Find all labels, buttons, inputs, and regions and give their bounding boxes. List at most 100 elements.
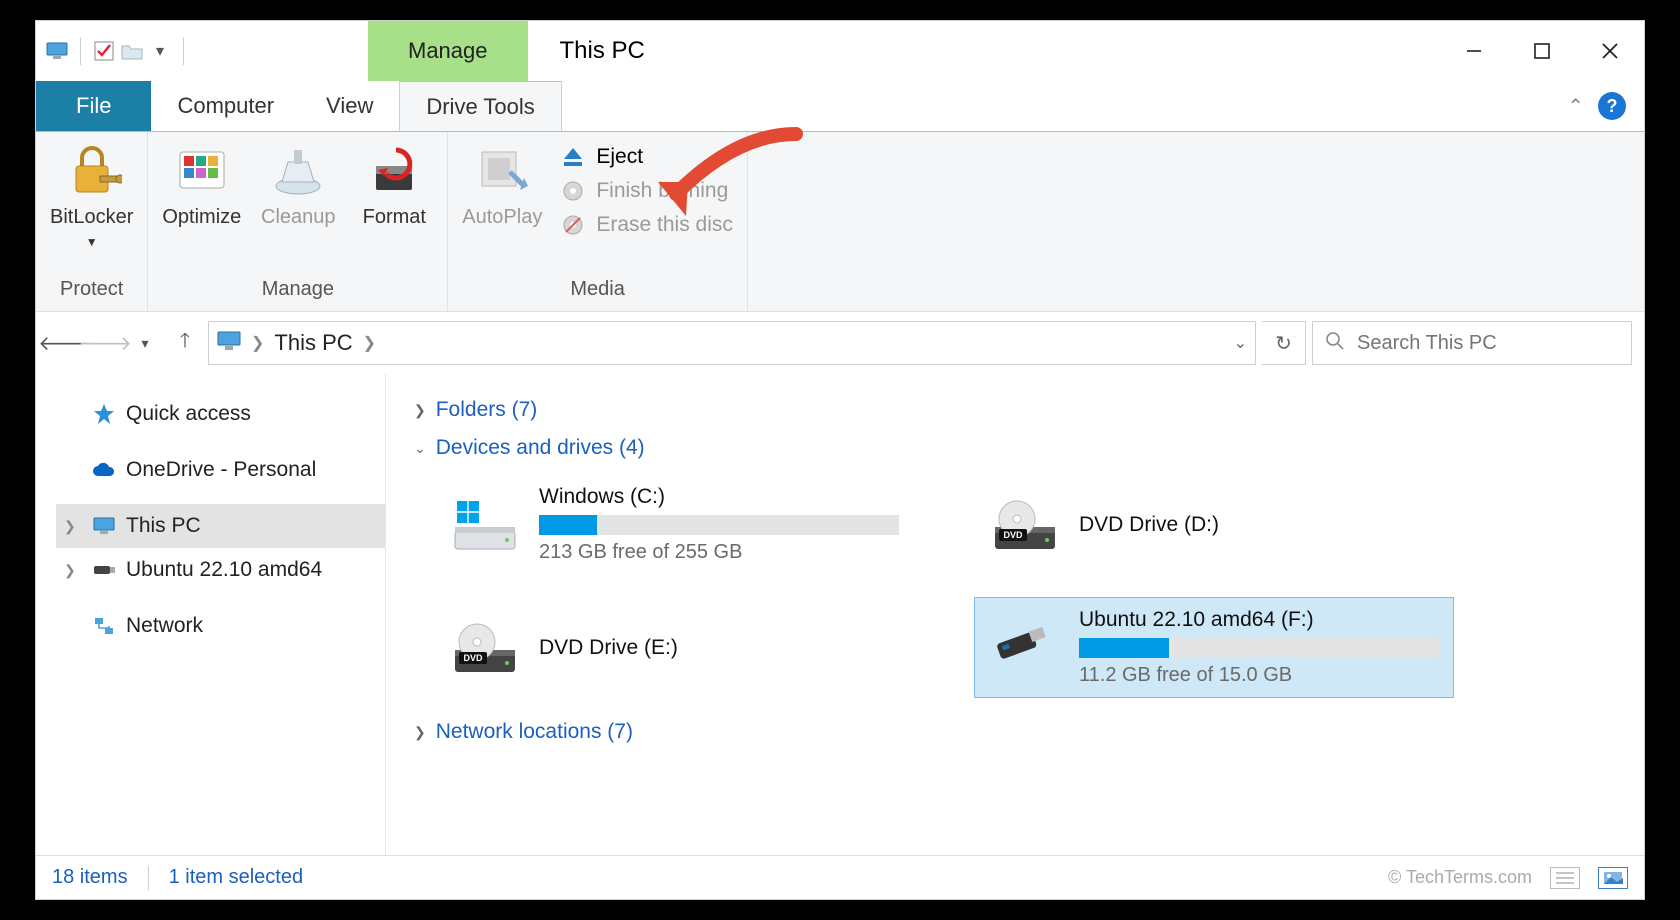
up-button[interactable]: 🡑 bbox=[168, 326, 202, 360]
network-icon bbox=[92, 614, 116, 638]
nav-onedrive[interactable]: OneDrive - Personal bbox=[56, 448, 385, 492]
cloud-icon bbox=[92, 458, 116, 482]
finish-burning-button: Finish burning bbox=[560, 178, 733, 204]
drive-subtext: 11.2 GB free of 15.0 GB bbox=[1079, 664, 1439, 687]
breadcrumb-this-pc[interactable]: This PC bbox=[274, 330, 352, 356]
details-view-button[interactable] bbox=[1550, 867, 1580, 889]
nav-this-pc[interactable]: ❯ This PC bbox=[56, 504, 385, 548]
ribbon: BitLocker▼ Protect Optimize Cleanup bbox=[36, 132, 1644, 312]
ribbon-group-manage: Optimize Cleanup Format Manage bbox=[148, 132, 448, 311]
drive-dvd-d[interactable]: DVD DVD Drive (D:) bbox=[974, 474, 1454, 575]
erase-disc-label: Erase this disc bbox=[596, 213, 733, 237]
navigation-bar: 🡐 🡒 ▾ 🡑 ❯ This PC ❯ ⌄ ↻ bbox=[36, 312, 1644, 374]
explorer-window: ▾ Manage This PC File Computer View Driv… bbox=[35, 20, 1645, 900]
maximize-button[interactable] bbox=[1508, 42, 1576, 60]
group-label-protect: Protect bbox=[60, 278, 123, 307]
capacity-bar bbox=[1079, 638, 1439, 658]
new-folder-icon[interactable] bbox=[121, 40, 143, 62]
navigation-pane: Quick access OneDrive - Personal ❯ This … bbox=[36, 374, 386, 855]
finish-burning-label: Finish burning bbox=[596, 179, 728, 203]
tab-file[interactable]: File bbox=[36, 81, 151, 131]
autoplay-icon bbox=[472, 140, 532, 200]
format-button[interactable]: Format bbox=[355, 140, 433, 229]
section-network-locations[interactable]: ❯ Network locations (7) bbox=[414, 720, 1624, 744]
section-folders[interactable]: ❯ Folders (7) bbox=[414, 398, 1624, 422]
dvd-icon: DVD bbox=[449, 620, 521, 676]
drive-windows-c[interactable]: Windows (C:) 213 GB free of 255 GB bbox=[434, 474, 914, 575]
refresh-button[interactable]: ↻ bbox=[1262, 321, 1306, 365]
help-icon[interactable]: ? bbox=[1598, 92, 1626, 120]
ribbon-group-media: AutoPlay Eject Finish burning bbox=[448, 132, 748, 311]
cleanup-button[interactable]: Cleanup bbox=[259, 140, 337, 229]
eject-button[interactable]: Eject bbox=[560, 144, 733, 170]
search-input[interactable] bbox=[1355, 331, 1619, 356]
drive-name: Ubuntu 22.10 amd64 (F:) bbox=[1079, 608, 1439, 632]
pc-icon bbox=[92, 514, 116, 538]
context-tab-manage[interactable]: Manage bbox=[368, 21, 528, 81]
chevron-right-icon[interactable]: ❯ bbox=[64, 518, 76, 535]
properties-check-icon[interactable] bbox=[93, 40, 115, 62]
titlebar: ▾ Manage This PC bbox=[36, 21, 1644, 81]
qat-dropdown-icon[interactable]: ▾ bbox=[149, 40, 171, 62]
ribbon-tabs: File Computer View Drive Tools ⌃ ? bbox=[36, 81, 1644, 131]
eject-label: Eject bbox=[596, 145, 643, 169]
forward-button[interactable]: 🡒 bbox=[88, 326, 122, 360]
pc-icon bbox=[46, 40, 68, 62]
chevron-right-icon[interactable]: ❯ bbox=[363, 333, 376, 353]
chevron-down-icon: ⌄ bbox=[414, 440, 426, 457]
nav-quick-access[interactable]: Quick access bbox=[56, 392, 385, 436]
status-selection: 1 item selected bbox=[169, 866, 304, 889]
usb-icon bbox=[92, 558, 116, 582]
usb-drive-icon bbox=[989, 620, 1061, 676]
chevron-right-icon: ❯ bbox=[414, 724, 426, 741]
eject-icon bbox=[560, 144, 586, 170]
recent-locations-button[interactable]: ▾ bbox=[128, 326, 162, 360]
drive-ubuntu-f[interactable]: Ubuntu 22.10 amd64 (F:) 11.2 GB free of … bbox=[974, 597, 1454, 698]
tab-computer[interactable]: Computer bbox=[151, 81, 300, 131]
search-icon bbox=[1325, 331, 1345, 356]
bitlocker-button[interactable]: BitLocker▼ bbox=[50, 140, 133, 252]
bitlocker-icon bbox=[62, 140, 122, 200]
svg-text:DVD: DVD bbox=[1003, 530, 1023, 540]
chevron-right-icon[interactable]: ❯ bbox=[251, 333, 264, 353]
format-icon bbox=[364, 140, 424, 200]
group-label-media: Media bbox=[570, 278, 624, 307]
capacity-bar bbox=[539, 515, 899, 535]
nav-ubuntu-drive[interactable]: ❯ Ubuntu 22.10 amd64 bbox=[56, 548, 385, 592]
drive-grid: Windows (C:) 213 GB free of 255 GB DVD D… bbox=[414, 474, 1624, 698]
optimize-button[interactable]: Optimize bbox=[162, 140, 241, 229]
autoplay-button[interactable]: AutoPlay bbox=[462, 140, 542, 229]
status-bar: 18 items 1 item selected © TechTerms.com bbox=[36, 855, 1644, 899]
burn-icon bbox=[560, 178, 586, 204]
window-title: This PC bbox=[528, 21, 1440, 81]
minimize-button[interactable] bbox=[1440, 42, 1508, 60]
optimize-icon bbox=[172, 140, 232, 200]
drive-name: DVD Drive (D:) bbox=[1079, 513, 1439, 537]
window-controls bbox=[1440, 21, 1644, 81]
tab-drive-tools[interactable]: Drive Tools bbox=[399, 81, 561, 131]
address-dropdown-icon[interactable]: ⌄ bbox=[1234, 333, 1247, 353]
drive-name: Windows (C:) bbox=[539, 485, 899, 509]
content-pane: ❯ Folders (7) ⌄ Devices and drives (4) W… bbox=[386, 374, 1644, 855]
tab-view[interactable]: View bbox=[300, 81, 399, 131]
collapse-ribbon-icon[interactable]: ⌃ bbox=[1567, 94, 1584, 119]
erase-disc-button: Erase this disc bbox=[560, 212, 733, 238]
address-bar[interactable]: ❯ This PC ❯ ⌄ bbox=[208, 321, 1256, 365]
back-button[interactable]: 🡐 bbox=[48, 326, 82, 360]
close-button[interactable] bbox=[1576, 41, 1644, 61]
credits-text: © TechTerms.com bbox=[1388, 867, 1532, 888]
hdd-icon bbox=[449, 497, 521, 553]
erase-icon bbox=[560, 212, 586, 238]
chevron-right-icon[interactable]: ❯ bbox=[64, 562, 76, 579]
dvd-icon: DVD bbox=[989, 497, 1061, 553]
search-box[interactable] bbox=[1312, 321, 1632, 365]
svg-text:DVD: DVD bbox=[463, 653, 483, 663]
nav-network[interactable]: Network bbox=[56, 604, 385, 648]
pc-icon bbox=[217, 331, 241, 356]
star-icon bbox=[92, 402, 116, 426]
drive-subtext: 213 GB free of 255 GB bbox=[539, 541, 899, 564]
chevron-right-icon: ❯ bbox=[414, 402, 426, 419]
thumbnails-view-button[interactable] bbox=[1598, 867, 1628, 889]
section-devices[interactable]: ⌄ Devices and drives (4) bbox=[414, 436, 1624, 460]
drive-dvd-e[interactable]: DVD DVD Drive (E:) bbox=[434, 597, 914, 698]
